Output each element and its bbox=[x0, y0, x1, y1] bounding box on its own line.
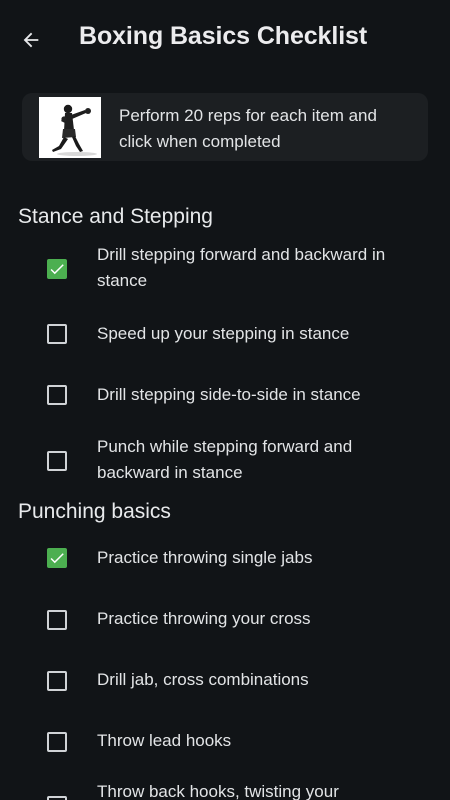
checkbox[interactable] bbox=[47, 451, 67, 471]
checkbox[interactable] bbox=[47, 385, 67, 405]
item-label: Punch while stepping forward and backwar… bbox=[97, 437, 353, 482]
checkbox[interactable] bbox=[47, 610, 67, 630]
checkbox-checked[interactable] bbox=[47, 259, 67, 279]
checkbox[interactable] bbox=[47, 796, 67, 800]
back-button[interactable] bbox=[14, 24, 48, 56]
section-title-stance: Stance and Stepping bbox=[18, 205, 213, 228]
checklist-item[interactable]: Throw back hooks, twisting your bbox=[0, 779, 450, 800]
page-title: Boxing Basics Checklist bbox=[79, 22, 368, 50]
checkbox[interactable] bbox=[47, 671, 67, 691]
check-icon bbox=[50, 264, 64, 275]
checkbox[interactable] bbox=[47, 324, 67, 344]
item-label: Practice throwing single jabs bbox=[97, 548, 313, 567]
instruction-text: Perform 20 reps for each item and click … bbox=[119, 106, 377, 151]
item-label: Drill stepping forward and backward in s… bbox=[97, 245, 386, 290]
boxer-figure-image bbox=[39, 97, 101, 158]
instruction-card: Perform 20 reps for each item and click … bbox=[22, 93, 428, 161]
checkbox-checked[interactable] bbox=[47, 548, 67, 568]
item-label: Speed up your stepping in stance bbox=[97, 324, 350, 343]
item-label: Throw lead hooks bbox=[97, 731, 232, 750]
app-bar: Boxing Basics Checklist bbox=[0, 0, 450, 80]
item-label: Throw back hooks, twisting your bbox=[97, 782, 339, 800]
item-label: Practice throwing your cross bbox=[97, 609, 311, 628]
arrow-back-icon[interactable] bbox=[20, 29, 42, 51]
item-label: Drill jab, cross combinations bbox=[97, 670, 309, 689]
checkbox[interactable] bbox=[47, 732, 67, 752]
section-title-punching: Punching basics bbox=[18, 500, 171, 523]
item-label: Drill stepping side-to-side in stance bbox=[97, 385, 361, 404]
check-icon bbox=[50, 553, 64, 564]
